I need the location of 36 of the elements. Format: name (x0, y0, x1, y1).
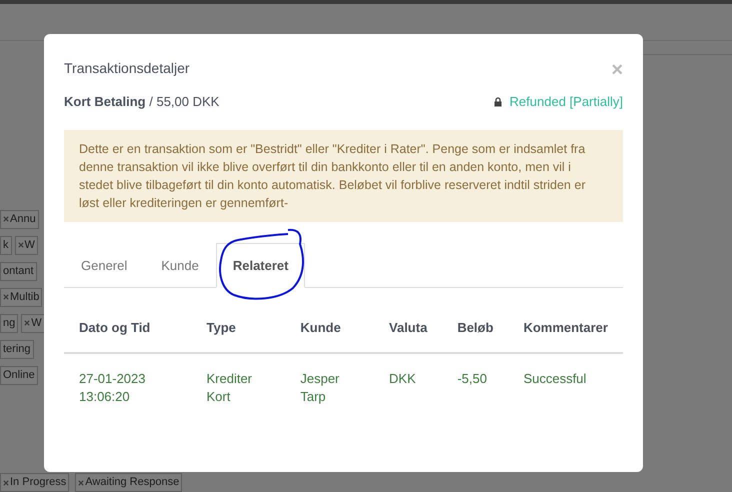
table-cell: Jesper Tarp (285, 352, 374, 422)
tag: In Progress (0, 473, 70, 492)
tag: tering (0, 340, 34, 358)
table-cell: 27-01-2023 13:06:20 (64, 352, 192, 422)
remove-icon[interactable] (18, 242, 24, 248)
remove-icon[interactable] (3, 216, 9, 222)
remove-icon[interactable] (78, 480, 84, 486)
tag: W (21, 314, 45, 332)
tag: ontant (0, 262, 37, 280)
remove-icon[interactable] (3, 294, 9, 300)
remove-icon[interactable] (3, 480, 9, 486)
payment-summary: Kort Betaling / 55,00 DKK (64, 93, 220, 111)
column-header: Beløb (442, 312, 508, 352)
column-header: Kunde (285, 312, 374, 352)
column-header: Valuta (374, 312, 442, 352)
status-text: Refunded [Partially] (510, 93, 623, 111)
table-cell: Successful (508, 352, 623, 422)
tag: Online (0, 366, 38, 384)
column-header: Kommentarer (508, 312, 623, 352)
remove-icon[interactable] (24, 320, 30, 326)
tag: k (0, 236, 12, 254)
tag: Awaiting Response (75, 473, 182, 492)
table-cell: DKK (374, 352, 442, 422)
warning-alert: Dette er en transaktion som er "Bestridt" eller "Krediter i Rater". Penge som er indsamlet fra denne transaktion vil ikke blive overført til din bankkonto eller til en anden konto, men vil i stedet blive tilbageført til din konto automatisk. Beløbet vil forblive reserveret indtil striden er løst eller krediteringen er gennemført- (64, 130, 623, 222)
table-cell: -5,50 (442, 352, 508, 422)
tag: ng (0, 314, 18, 332)
tag: Multib (0, 288, 42, 306)
column-header: Type (191, 312, 286, 352)
table-cell: Krediter Kort (191, 352, 286, 422)
tag: Annu (0, 210, 39, 228)
tab[interactable]: Relateret (216, 242, 306, 288)
tab[interactable]: Kunde (144, 242, 216, 288)
tag: W (14, 236, 38, 254)
modal-title: Transaktionsdetaljer (64, 58, 190, 78)
tab[interactable]: Generel (64, 242, 144, 288)
column-header: Dato og Tid (64, 312, 192, 352)
